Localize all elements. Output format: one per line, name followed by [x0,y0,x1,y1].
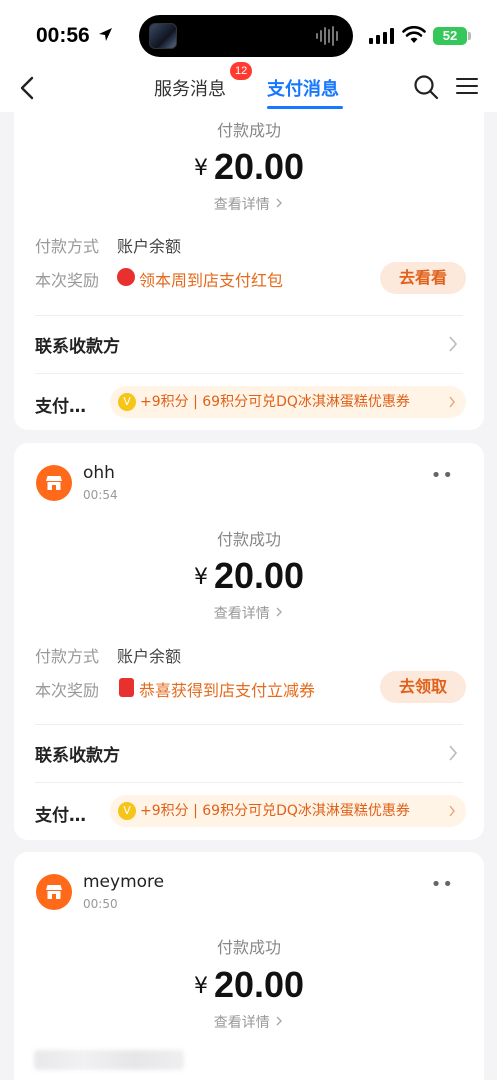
contact-payee-label[interactable]: 联系收款方 [35,332,120,357]
back-arrow-icon[interactable] [16,74,40,102]
reward-text[interactable]: 领本周到店支付红包 [139,267,283,291]
payment-status: 付款成功 [216,938,281,957]
amount-value: 20.00 [213,146,305,187]
payment-amount: ¥20.00 [14,555,484,597]
currency-symbol: ¥ [193,974,208,999]
media-thumbnail-icon [149,23,177,49]
view-details-link[interactable]: 查看详情 [14,603,484,623]
dynamic-island [139,15,353,57]
status-time: 00:56 [36,24,90,47]
coin-icon: V [118,393,136,411]
payment-points-label: 支付… [35,806,86,826]
payment-card[interactable]: 付款成功 ¥20.00 查看详情 付款方式 账户余额 本次奖励 领本周到店支付红… [14,112,484,430]
view-details-label: 查看详情 [213,197,270,213]
amount-value: 20.00 [213,964,305,1005]
divider [35,315,463,316]
blurred-content [34,1050,184,1070]
menu-icon[interactable] [456,76,478,96]
merchant-avatar [36,874,72,910]
chevron-right-icon [276,198,283,208]
divider [35,782,463,783]
battery-nub [468,32,471,40]
store-icon [46,476,62,490]
view-details-link[interactable]: 查看详情 [14,194,484,214]
reward-label: 本次奖励 [35,271,100,290]
chevron-right-icon [276,1016,283,1026]
message-time: 00:54 [83,488,118,502]
battery-indicator: 52 [433,27,467,45]
points-reward-pill[interactable]: V +9积分 | 69积分可兑DQ冰淇淋蛋糕优惠券 [110,386,466,418]
status-bar: 00:56 52 [0,0,497,66]
chevron-right-icon[interactable] [448,744,458,762]
claim-reward-button[interactable]: 去领取 [380,671,466,703]
payment-amount: ¥20.00 [14,964,484,1006]
chevron-right-icon [449,805,455,817]
pay-method-value: 账户余额 [117,647,182,666]
wifi-icon [402,26,426,43]
merchant-avatar [36,465,72,501]
points-text: +9积分 | 69积分可兑DQ冰淇淋蛋糕优惠券 [140,394,410,410]
red-packet-icon [119,678,134,697]
payment-card[interactable]: meymore 00:50 •• 付款成功 ¥20.00 查看详情 [14,852,484,1080]
coin-icon: V [118,802,136,820]
merchant-name: ohh [83,463,115,483]
location-arrow-icon [99,28,112,41]
currency-symbol: ¥ [193,565,208,590]
divider [35,373,463,374]
contact-payee-label[interactable]: 联系收款方 [35,741,120,766]
nav-header: 服务消息 12 支付消息 [0,62,497,112]
payment-card[interactable]: ohh 00:54 •• 付款成功 ¥20.00 查看详情 付款方式 账户余额 … [14,443,484,840]
audio-wave-icon [316,26,338,46]
merchant-name: meymore [83,872,165,892]
pay-method-label: 付款方式 [35,647,100,666]
divider [35,724,463,725]
unread-badge: 12 [230,62,253,80]
reward-text[interactable]: 恭喜获得到店支付立减券 [139,677,315,701]
more-options-icon[interactable]: •• [431,874,454,895]
chevron-right-icon[interactable] [448,335,458,353]
reward-label: 本次奖励 [35,681,100,700]
amount-value: 20.00 [213,555,305,596]
message-time: 00:50 [83,897,118,911]
payment-status: 付款成功 [216,530,281,549]
tab-service-messages[interactable]: 服务消息 [154,75,226,101]
chevron-right-icon [449,396,455,408]
cellular-signal-icon [369,28,394,44]
payment-status: 付款成功 [216,121,281,140]
payment-points-label: 支付… [35,397,86,417]
more-options-icon[interactable]: •• [431,465,454,486]
currency-symbol: ¥ [193,156,208,181]
view-details-link[interactable]: 查看详情 [14,1012,484,1032]
view-details-label: 查看详情 [213,1015,270,1031]
points-reward-pill[interactable]: V +9积分 | 69积分可兑DQ冰淇淋蛋糕优惠券 [110,795,466,827]
store-icon [46,885,62,899]
pay-method-value: 账户余额 [117,237,182,256]
tab-payment-messages[interactable]: 支付消息 [267,75,339,101]
pay-method-label: 付款方式 [35,237,100,256]
points-text: +9积分 | 69积分可兑DQ冰淇淋蛋糕优惠券 [140,803,410,819]
payment-amount: ¥20.00 [14,146,484,188]
chevron-right-icon [276,607,283,617]
gift-icon [117,268,135,286]
search-icon[interactable] [413,74,439,100]
active-tab-indicator [267,106,343,109]
view-reward-button[interactable]: 去看看 [380,262,466,294]
view-details-label: 查看详情 [213,606,270,622]
